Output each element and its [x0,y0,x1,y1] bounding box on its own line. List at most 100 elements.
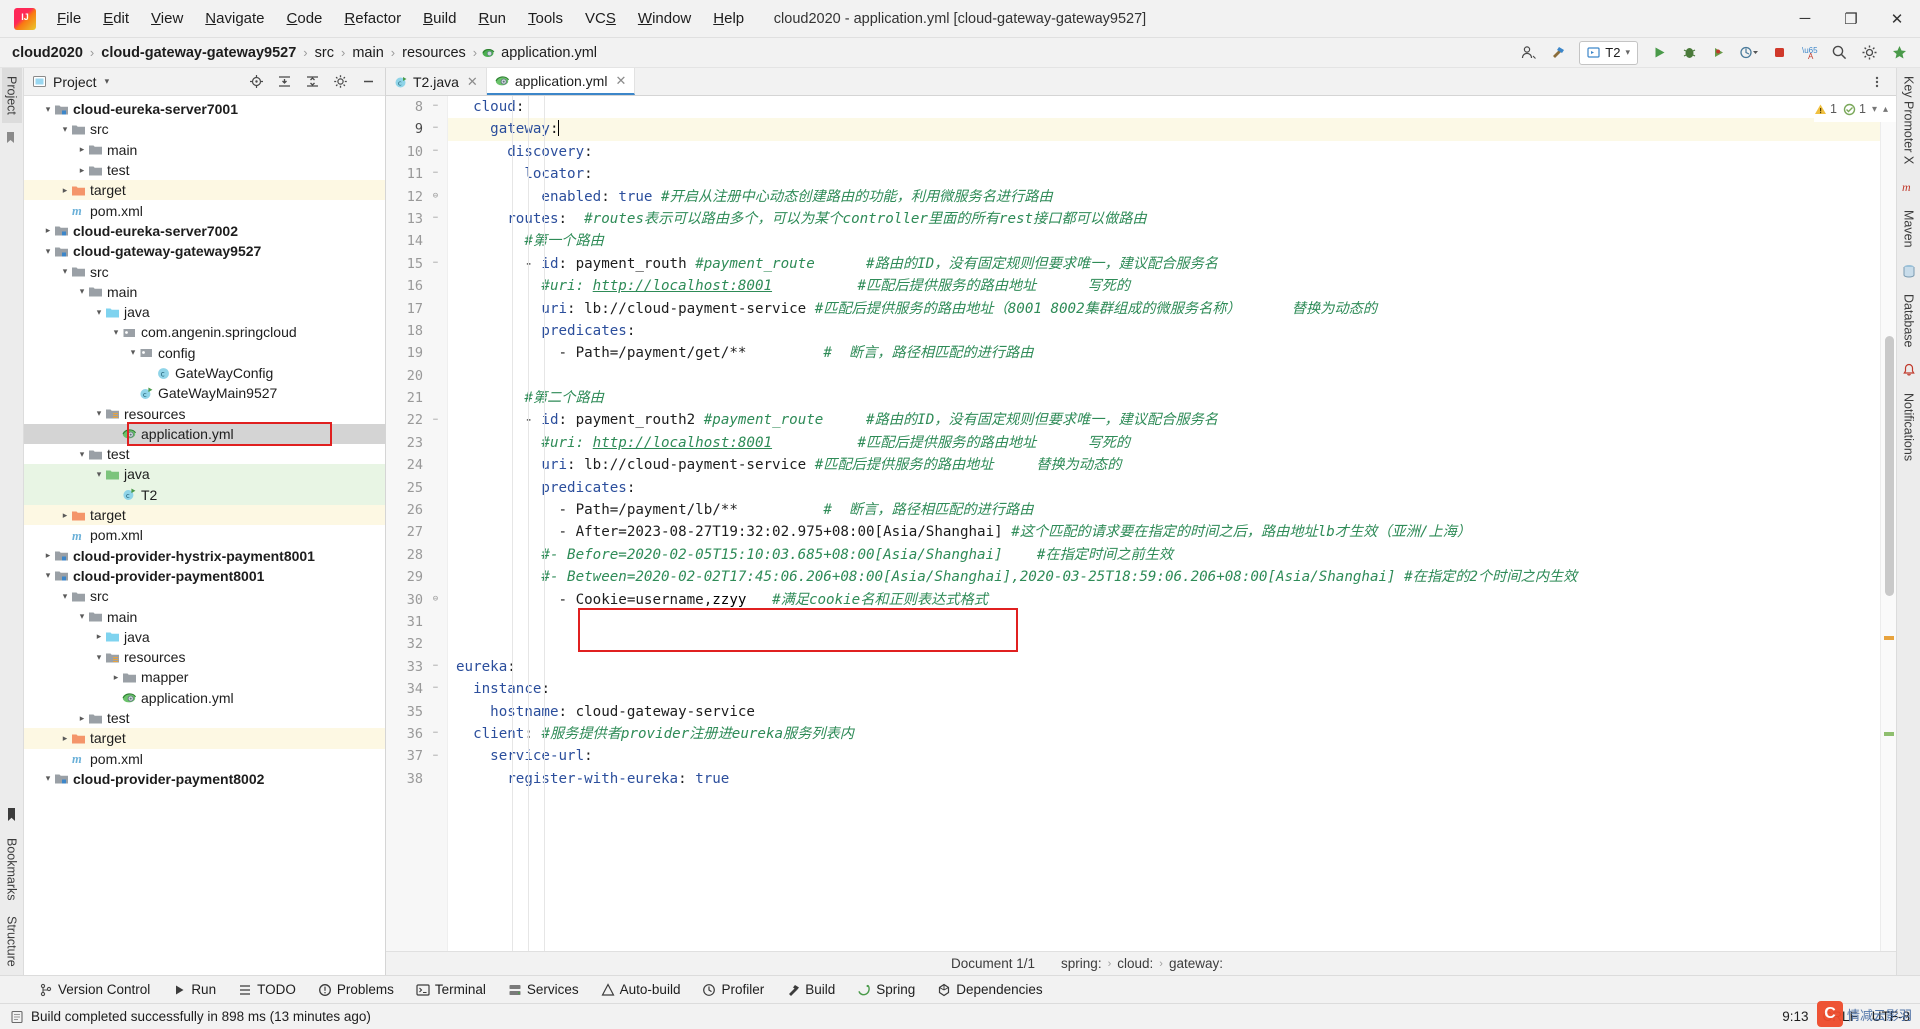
chevron-down-icon[interactable]: ▾ [42,571,54,580]
menu-help[interactable]: Help [702,5,755,32]
tree-node-main[interactable]: ▸ main [24,140,385,160]
line-number[interactable]: 36− [386,723,447,745]
tree-node-resources[interactable]: ▾ resources [24,647,385,667]
chevron-down-icon[interactable]: ▾ [93,652,105,662]
fold-marker-icon[interactable]: − [430,661,441,672]
tool-window-version-control[interactable]: Version Control [28,978,161,1002]
line-number[interactable]: 34− [386,678,447,700]
code-line[interactable]: predicates: [448,320,1880,342]
code-line[interactable]: uri: lb://cloud-payment-service #匹配后提供服务… [448,454,1880,476]
tool-window-build[interactable]: Build [775,978,846,1002]
tree-node-application-yml[interactable]: application.yml [24,423,385,445]
chevron-right-icon[interactable]: ▸ [76,713,88,723]
hammer-icon[interactable] [1545,41,1571,65]
line-number[interactable]: 22− [386,409,447,431]
tree-node-pom-xml[interactable]: m pom.xml [24,749,385,769]
code-line[interactable]: - Cookie=username,zzyy #满足cookie名和正则表达式格… [448,589,1880,611]
tree-node-resources[interactable]: ▾ resources [24,403,385,423]
tool-window-auto-build[interactable]: Auto-build [590,978,692,1002]
chevron-down-icon[interactable]: ▾ [110,327,122,337]
debug-icon[interactable] [1676,41,1702,65]
stop-icon[interactable] [1766,41,1792,65]
run-configuration-selector[interactable]: T2 ▾ [1579,40,1638,65]
line-number[interactable]: 16 [386,275,447,297]
profile-dropdown-icon[interactable] [1736,41,1762,65]
updates-icon[interactable] [1886,41,1912,65]
tree-node-main[interactable]: ▾ main [24,606,385,626]
code-line[interactable]: gateway: [448,118,1880,141]
line-number[interactable]: 15− [386,253,447,275]
code-line[interactable]: #uri: http://localhost:8001 #匹配后提供服务的路由地… [448,275,1880,297]
line-number[interactable]: 35 [386,701,447,723]
warning-badge[interactable]: 1 [1814,102,1837,116]
tree-node-cloud-eureka-server7001[interactable]: ▾ cloud-eureka-server7001 [24,99,385,119]
chevron-down-icon[interactable]: ▾ [42,774,54,783]
tree-node-t2[interactable]: c T2 [24,484,385,505]
tool-window-terminal[interactable]: Terminal [405,978,497,1002]
menu-edit[interactable]: Edit [92,5,140,32]
chevron-down-icon[interactable]: ▾ [42,104,54,114]
breadcrumb-item-4[interactable]: resources [400,45,468,61]
locate-icon[interactable] [243,70,269,94]
line-number[interactable]: 37− [386,745,447,767]
line-number[interactable]: 30 ⊖ [386,589,447,611]
fold-marker-icon[interactable]: − [430,258,441,269]
tree-node-pom-xml[interactable]: m pom.xml [24,200,385,220]
fold-marker-icon[interactable]: − [430,123,441,134]
line-number[interactable]: 17 [386,298,447,320]
menu-navigate[interactable]: Navigate [194,5,275,32]
tree-node-target[interactable]: ▸ target [24,180,385,201]
close-button[interactable]: ✕ [1874,0,1920,38]
tree-node-config[interactable]: ▾ config [24,343,385,363]
line-number[interactable]: 11− [386,163,447,185]
chevron-down-icon[interactable]: ▾ [59,124,71,134]
line-number[interactable]: 18 [386,320,447,342]
tree-node-test[interactable]: ▸ test [24,160,385,180]
code-content[interactable]: cloud: gateway: discovery: locator: enab… [448,96,1880,951]
sidebar-item-structure[interactable]: Structure [2,908,22,975]
chevron-down-icon[interactable]: ▾ [93,307,105,317]
line-number[interactable]: 31 [386,611,447,633]
line-number[interactable]: 26 [386,499,447,521]
code-line[interactable]: locator: [448,163,1880,185]
menu-file[interactable]: File [46,5,92,32]
line-number[interactable]: 24 [386,454,447,476]
chevron-down-icon[interactable]: ▾ [127,348,139,357]
translate-icon[interactable]: \u6587A [1796,41,1822,65]
line-number[interactable]: 12 ⊖ [386,186,447,208]
code-line[interactable]: - After=2023-08-27T19:32:02.975+08:00[As… [448,521,1880,543]
code-line[interactable]: uri: lb://cloud-payment-service #匹配后提供服务… [448,298,1880,320]
search-icon[interactable] [1826,41,1852,65]
line-number[interactable]: 23 [386,432,447,454]
user-icon[interactable] [1515,41,1541,65]
chevron-down-icon[interactable]: ▾ [1872,104,1877,115]
line-number[interactable]: 33− [386,656,447,678]
more-options-icon[interactable] [1864,70,1890,94]
tree-node-cloud-provider-payment8002[interactable]: ▾ cloud-provider-payment8002 [24,769,385,789]
line-number[interactable]: 21 [386,387,447,409]
code-line[interactable]: predicates: [448,477,1880,499]
sidebar-item-database[interactable]: Database [1899,286,1919,356]
chevron-right-icon[interactable]: ▸ [59,733,71,743]
tool-window-spring[interactable]: Spring [846,978,926,1002]
bookmark-icon[interactable] [3,806,21,824]
doc-crumb-0[interactable]: spring: [1061,956,1102,971]
chevron-down-icon[interactable]: ▾ [105,76,110,87]
sidebar-item-key-promoter-x[interactable]: Key Promoter X [1899,68,1919,172]
doc-crumb-1[interactable]: cloud: [1117,956,1153,971]
tree-node-src[interactable]: ▾ src [24,261,385,281]
tree-node-src[interactable]: ▾ src [24,586,385,606]
chevron-down-icon[interactable]: ▾ [42,246,54,256]
fold-marker-icon[interactable]: − [430,213,441,224]
line-number[interactable]: 10− [386,141,447,163]
code-line[interactable]: - Path=/payment/lb/** # 断言，路径相匹配的进行路由 [448,499,1880,521]
menu-view[interactable]: View [140,5,194,32]
code-line[interactable] [448,633,1880,655]
maximize-button[interactable]: ❐ [1828,0,1874,38]
breadcrumb-item-0[interactable]: cloud2020 [10,45,85,61]
code-line[interactable]: eureka: [448,656,1880,678]
tree-node-pom-xml[interactable]: m pom.xml [24,525,385,545]
fold-marker-icon[interactable]: − [430,683,441,694]
tree-node-mapper[interactable]: ▸ mapper [24,667,385,687]
code-line[interactable]: #- Before=2020-02-05T15:10:03.685+08:00[… [448,544,1880,566]
